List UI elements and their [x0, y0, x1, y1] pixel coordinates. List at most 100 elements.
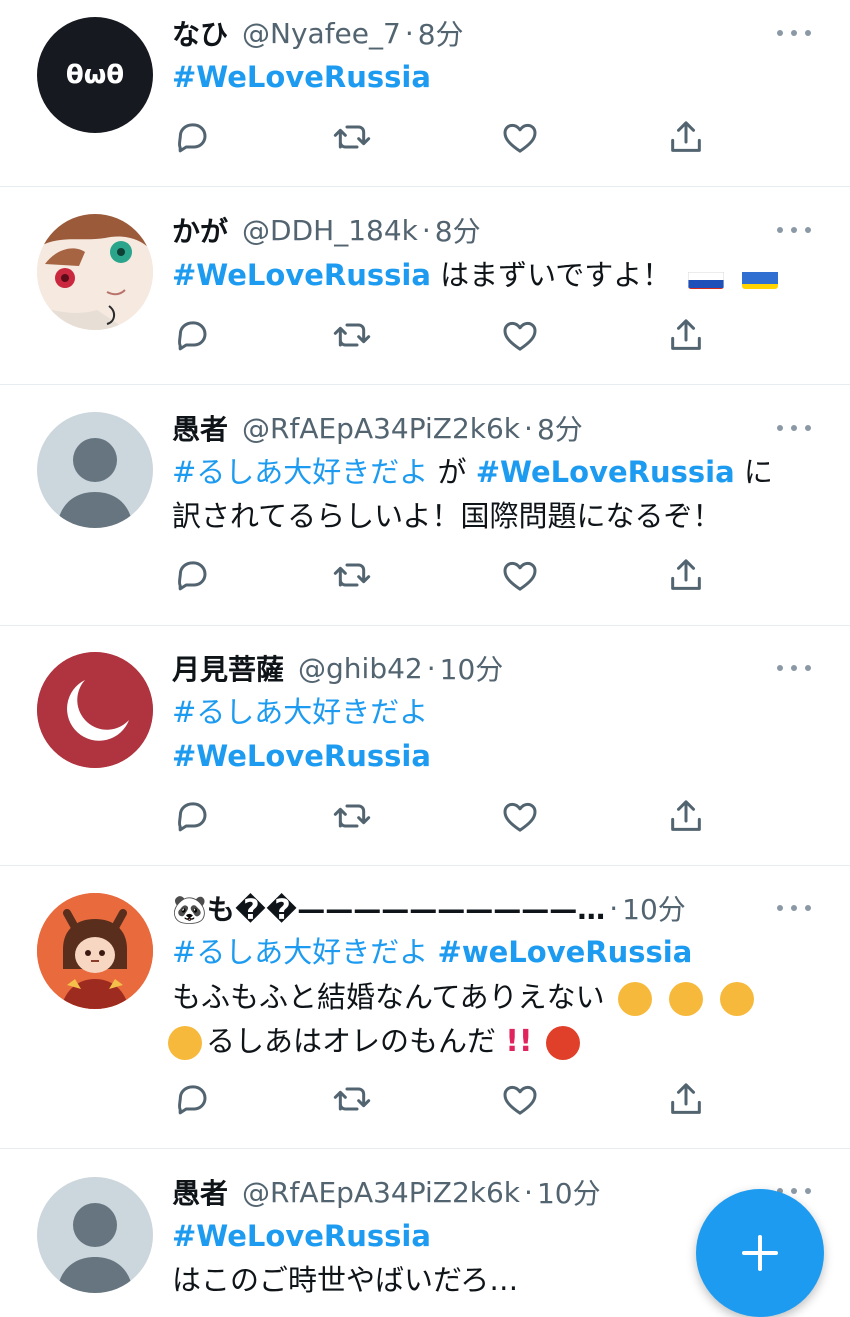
- separator-dot: ·: [524, 1175, 533, 1209]
- retweet-icon[interactable]: [332, 315, 372, 355]
- tweet-text-line: #るしあ大好きだよ #weLoveRussia: [172, 931, 692, 973]
- tweet[interactable]: 🐼も��——————————… · 10分 #るしあ大好きだよ #weLoveR…: [0, 866, 850, 1149]
- steam-face-emoji-icon: [617, 982, 652, 1016]
- avatar[interactable]: [37, 652, 153, 768]
- display-name[interactable]: 🐼も��——————————…: [172, 888, 605, 928]
- tweet-text: はまずいですよ！: [430, 258, 672, 292]
- tweet-header: 愚者 @RfAEpA34PiZ2k6k · 8分: [172, 408, 583, 448]
- retweet-icon[interactable]: [332, 796, 372, 836]
- more-icon[interactable]: [777, 27, 811, 39]
- share-icon[interactable]: [666, 117, 706, 157]
- retweet-icon[interactable]: [332, 1079, 372, 1119]
- tweet-actions: [172, 117, 712, 157]
- separator-dot: ·: [426, 651, 436, 685]
- tweet-actions: [172, 796, 712, 836]
- tweet-text-line: #るしあ大好きだよ が #WeLoveRussia に: [172, 451, 773, 493]
- tweet-text: が: [428, 455, 476, 489]
- tweet-text-line: #るしあ大好きだよ: [172, 691, 428, 733]
- tweet-text: 訳されてるらしいよ！国際問題になるぞ！: [172, 499, 722, 533]
- separator-dot: ·: [421, 213, 431, 247]
- display-name[interactable]: なひ: [172, 13, 228, 53]
- more-icon[interactable]: [777, 422, 811, 434]
- timestamp[interactable]: 8分: [537, 408, 583, 448]
- tweet-text-line: 訳されてるらしいよ！国際問題になるぞ！: [172, 495, 722, 537]
- timestamp[interactable]: 8分: [418, 13, 464, 53]
- reply-icon[interactable]: [172, 1079, 212, 1119]
- hashtag-link[interactable]: #WeLoveRussia: [172, 1219, 431, 1253]
- compose-tweet-button[interactable]: [696, 1189, 824, 1317]
- steam-face-emoji-icon: [669, 982, 704, 1016]
- display-name[interactable]: かが: [172, 210, 228, 250]
- hashtag-link[interactable]: #るしあ大好きだよ: [172, 935, 438, 969]
- user-handle[interactable]: @RfAEpA34PiZ2k6k: [242, 412, 520, 445]
- hashtag-link[interactable]: #るしあ大好きだよ: [172, 695, 428, 729]
- steam-face-emoji-icon: [168, 1026, 202, 1060]
- like-icon[interactable]: [500, 315, 540, 355]
- timestamp[interactable]: 10分: [622, 888, 686, 928]
- timestamp[interactable]: 10分: [440, 648, 504, 688]
- display-name[interactable]: 愚者: [172, 1172, 228, 1212]
- share-icon[interactable]: [666, 315, 706, 355]
- more-icon[interactable]: [777, 902, 811, 914]
- tweet-text-line: はこのご時世やばいだろ…: [172, 1259, 518, 1301]
- compose-plus-icon: [742, 1235, 778, 1271]
- reply-icon[interactable]: [172, 315, 212, 355]
- avatar[interactable]: [37, 214, 153, 330]
- reply-icon[interactable]: [172, 117, 212, 157]
- more-icon[interactable]: [777, 662, 811, 674]
- default-avatar[interactable]: [37, 412, 153, 528]
- timestamp[interactable]: 8分: [435, 210, 481, 250]
- avatar-text: θωθ: [65, 60, 125, 90]
- hashtag-link[interactable]: #weLoveRussia: [438, 935, 693, 969]
- hashtag-link[interactable]: #るしあ大好きだよ: [172, 455, 428, 489]
- user-handle[interactable]: @ghib42: [298, 652, 423, 685]
- tweet-text: はこのご時世やばいだろ…: [172, 1263, 519, 1297]
- avatar[interactable]: [37, 893, 153, 1009]
- user-handle[interactable]: @Nyafee_7: [242, 17, 401, 50]
- like-icon[interactable]: [500, 117, 540, 157]
- tweet-text-line: #WeLoveRussia: [172, 56, 431, 98]
- reply-icon[interactable]: [172, 796, 212, 836]
- tweet-header: 月見菩薩 @ghib42 · 10分: [172, 648, 503, 688]
- tweet-header: かが @DDH_184k · 8分: [172, 210, 481, 250]
- anime-avatar-image: [37, 214, 153, 330]
- tweet[interactable]: 月見菩薩 @ghib42 · 10分 #るしあ大好きだよ #WeLoveRuss…: [0, 626, 850, 866]
- hashtag-link[interactable]: #WeLoveRussia: [476, 455, 735, 489]
- share-icon[interactable]: [666, 796, 706, 836]
- tweet-text-line: #WeLoveRussia: [172, 735, 431, 777]
- hashtag-link[interactable]: #WeLoveRussia: [172, 258, 431, 292]
- display-name[interactable]: 愚者: [172, 408, 228, 448]
- retweet-icon[interactable]: [332, 555, 372, 595]
- tweet-text-line: #WeLoveRussia はまずいですよ！: [172, 254, 778, 296]
- tweet-header: 愚者 @RfAEpA34PiZ2k6k · 10分: [172, 1172, 601, 1212]
- tweet-actions: [172, 315, 712, 355]
- user-handle[interactable]: @RfAEpA34PiZ2k6k: [242, 1176, 520, 1209]
- reply-icon[interactable]: [172, 555, 212, 595]
- like-icon[interactable]: [500, 555, 540, 595]
- steam-face-emoji-icon: [720, 982, 755, 1016]
- default-user-icon: [57, 438, 133, 528]
- separator-dot: ·: [609, 891, 619, 925]
- hashtag-link[interactable]: #WeLoveRussia: [172, 739, 431, 773]
- like-icon[interactable]: [500, 1079, 540, 1119]
- user-handle[interactable]: @DDH_184k: [242, 214, 418, 247]
- like-icon[interactable]: [500, 796, 540, 836]
- tweet[interactable]: 愚者 @RfAEpA34PiZ2k6k · 8分 #るしあ大好きだよ が #We…: [0, 385, 850, 626]
- retweet-icon[interactable]: [332, 117, 372, 157]
- hashtag-link[interactable]: #WeLoveRussia: [172, 60, 431, 94]
- tweet-actions: [172, 555, 712, 595]
- share-icon[interactable]: [666, 1079, 706, 1119]
- more-icon[interactable]: [777, 224, 811, 236]
- tweet[interactable]: かが @DDH_184k · 8分 #WeLoveRussia はまずいですよ！: [0, 187, 850, 385]
- tweet[interactable]: θωθ なひ @Nyafee_7 · 8分 #WeLoveRussia: [0, 0, 850, 187]
- avatar[interactable]: θωθ: [37, 17, 153, 133]
- timestamp[interactable]: 10分: [537, 1172, 601, 1212]
- share-icon[interactable]: [666, 555, 706, 595]
- russia-flag-icon: [688, 265, 725, 289]
- tweet-text: もふもふと結婚なんてありえない: [172, 980, 605, 1014]
- tweet-actions: [172, 1079, 712, 1119]
- tweet-text-line: るしあはオレのもんだ !!: [168, 1020, 584, 1062]
- default-avatar[interactable]: [37, 1177, 153, 1293]
- default-user-icon: [57, 1203, 133, 1293]
- display-name[interactable]: 月見菩薩: [172, 648, 284, 688]
